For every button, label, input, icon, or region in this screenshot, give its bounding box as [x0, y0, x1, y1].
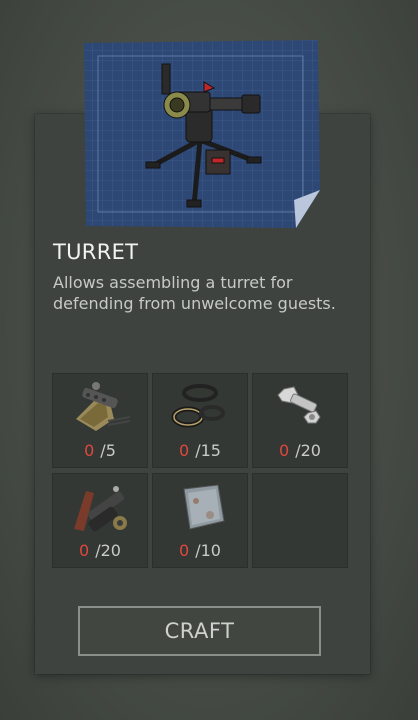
- have-count: 0: [279, 441, 290, 460]
- weapon-parts-icon: [76, 382, 131, 431]
- ingredient-slot-bolt-nut[interactable]: 0/20: [252, 373, 348, 468]
- need-count: /20: [95, 541, 121, 560]
- need-count: /20: [295, 441, 321, 460]
- item-title: TURRET: [53, 240, 139, 264]
- ingredient-slot-rubber-rings[interactable]: 0/15: [152, 373, 248, 468]
- have-count: 0: [179, 441, 190, 460]
- have-count: 0: [84, 441, 95, 460]
- bolt-nut-icon: [277, 386, 321, 424]
- turret-blueprint-image: [82, 40, 322, 230]
- metal-plate-icon: [183, 484, 225, 530]
- have-count: 0: [79, 541, 90, 560]
- need-count: /5: [100, 441, 116, 460]
- ingredient-slot-metal-plate[interactable]: 0/10: [152, 473, 248, 568]
- need-count: /15: [195, 441, 221, 460]
- ingredient-slot-empty: [252, 473, 348, 568]
- ingredient-slot-weapon-parts[interactable]: 0/5: [52, 373, 148, 468]
- need-count: /10: [195, 541, 221, 560]
- item-description: Allows assembling a turret for defending…: [53, 273, 336, 313]
- have-count: 0: [179, 541, 190, 560]
- ingredient-grid: 0/5 0/15 0/20 0/20 0 /10: [52, 373, 348, 569]
- craft-button[interactable]: CRAFT: [78, 606, 321, 656]
- rubber-rings-icon: [171, 384, 225, 428]
- ingredient-slot-mechanical-parts[interactable]: 0/20: [52, 473, 148, 568]
- mechanical-parts-icon: [74, 486, 127, 532]
